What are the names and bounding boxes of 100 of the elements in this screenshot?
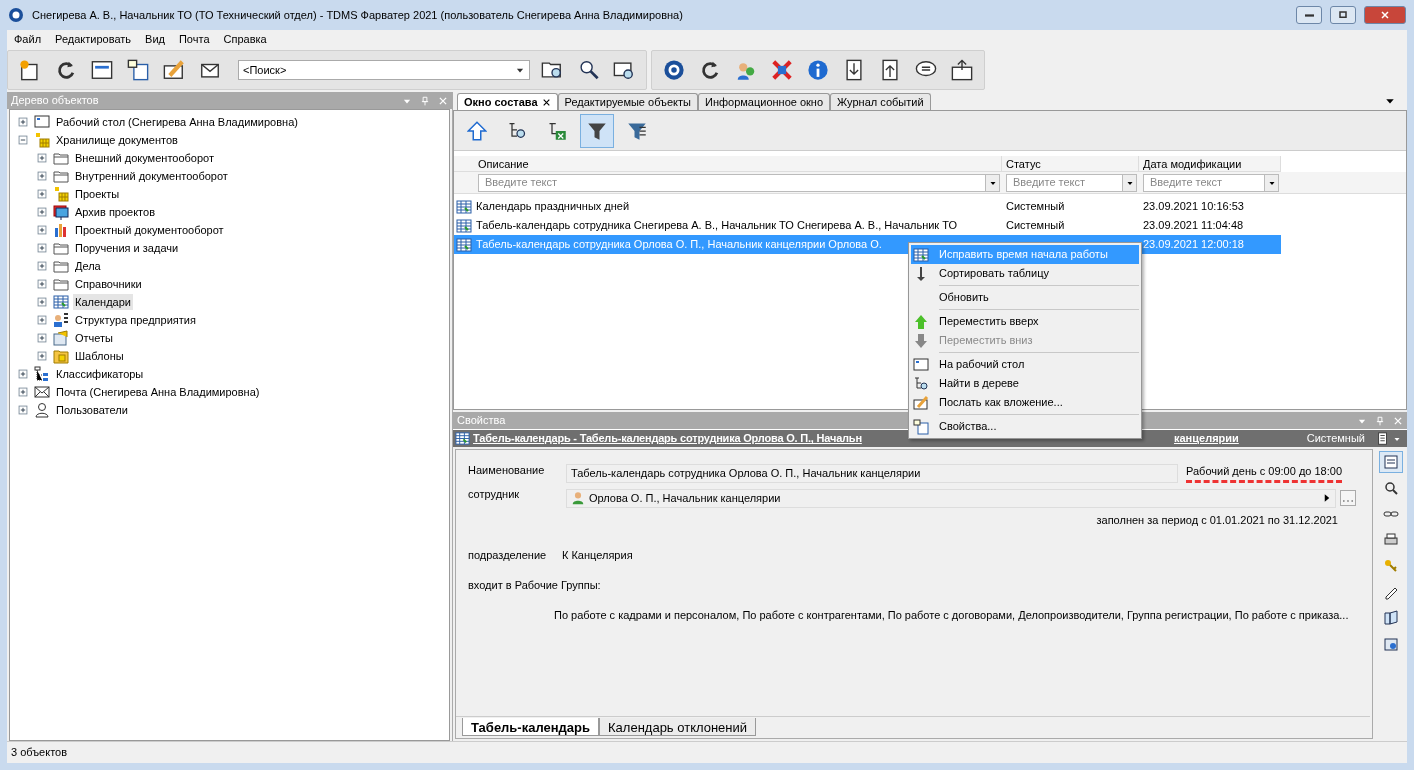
minimize-button[interactable] [1296, 6, 1322, 24]
work-day-text: Рабочий день с 09:00 до 18:00 [1186, 463, 1342, 483]
window-title: Снегирева А. В., Начальник ТО (ТО Технический отдел) - TDMS Фарватер 2021 (пользователь Снегирева Анна Владимировна) [32, 7, 684, 23]
folder-icon [53, 240, 69, 256]
tree-search-icon [507, 120, 527, 141]
tree-item[interactable]: Внутренний документооборот [73, 167, 230, 185]
tree-item[interactable]: Внешний документооборот [73, 149, 216, 167]
object-title[interactable]: канцелярии [1174, 430, 1239, 447]
toolbar-button[interactable] [580, 113, 614, 148]
info-icon [807, 59, 829, 81]
document-down-icon [843, 59, 865, 81]
tree-item[interactable]: Отчеты [73, 329, 116, 347]
maximize-button[interactable] [1330, 6, 1356, 24]
name-field[interactable]: Табель-календарь сотрудника Орлова О. П., Начальник канцелярии [566, 463, 1178, 483]
menu-item[interactable]: Переместить вверх [911, 312, 1139, 331]
menu-item[interactable]: Почта [178, 30, 210, 48]
close-button[interactable] [1364, 6, 1406, 24]
search-icon [1383, 480, 1399, 496]
table-row[interactable]: Табель-календарь сотрудника Снегирева А. В., Начальник ТО Снегирева А. В., Начальник ТО Системный 23.09.2021 11:04:48 [454, 216, 1281, 235]
tree-item[interactable]: Проектный документооборот [73, 221, 226, 239]
calendar-grid-icon [53, 294, 69, 310]
close-icon [1379, 9, 1391, 21]
tree-item[interactable]: Почта (Снегирева Анна Владимировна) [54, 383, 262, 401]
calendar-grid-icon [456, 198, 472, 215]
folder-icon [53, 348, 69, 364]
tab[interactable]: Табель-календарь [462, 718, 599, 736]
folder-icon [53, 276, 69, 292]
tree-item[interactable]: Классификаторы [54, 365, 146, 383]
table-cell-text: 23.09.2021 12:00:18 [1143, 237, 1244, 253]
tree-item[interactable]: Дела [73, 257, 103, 275]
table-row[interactable]: Календарь праздничных дней Системный 23.09.2021 10:16:53 [454, 197, 1281, 216]
table-cell-text: Системный [1006, 199, 1065, 215]
field-label: сотрудник [468, 487, 521, 502]
tree-item[interactable]: Поручения и задачи [73, 239, 181, 257]
user-search-icon [577, 59, 599, 81]
field-label: входит в Рабочие Группы: [468, 578, 602, 593]
pen-envelope-icon [913, 394, 929, 411]
menu-item[interactable]: Свойства... [911, 417, 1139, 436]
filter-field[interactable]: Введите текст [1143, 173, 1279, 192]
menu-item[interactable]: На рабочий стол [911, 355, 1139, 374]
menu-item[interactable]: Файл [14, 30, 42, 48]
down-arrow-icon [913, 332, 929, 349]
menu-item[interactable]: Послать как вложение... [911, 393, 1139, 412]
tree-item[interactable]: Структура предприятия [73, 311, 198, 329]
window-icon [913, 356, 929, 373]
status-label: Системный [1306, 431, 1365, 447]
properties-icon [127, 59, 149, 81]
close-icon [438, 95, 448, 106]
menu-item[interactable]: Вид [145, 30, 165, 48]
menu-item[interactable]: Найти в дереве [911, 374, 1139, 393]
calendar-grid-icon [456, 236, 472, 253]
table-cell-text: Табель-календарь сотрудника Снегирева А. В., Начальник ТО Снегирева А. В., Начальник ТО [476, 218, 958, 234]
close-icon [541, 97, 551, 107]
employee-field[interactable]: Орлова О. П., Начальник канцелярии [566, 488, 1336, 508]
filter-field[interactable]: Введите текст [1006, 173, 1137, 192]
new-document-icon [19, 59, 41, 81]
column-header[interactable]: Описание [454, 156, 1002, 172]
groups-value: По работе с кадрами и персоналом, По работе с контрагентами, По работе с договорами, Делопроизводители, Группа регистрации, По работе с приказа... [554, 607, 1349, 623]
tree-item[interactable]: Проекты [73, 185, 122, 203]
tab[interactable]: Окно состава [457, 93, 558, 110]
folder-icon [53, 258, 69, 274]
tab[interactable]: Календарь отклонений [599, 718, 757, 736]
pin-icon [1375, 415, 1385, 426]
tree-item[interactable]: Архив проектов [73, 203, 157, 221]
table-cell-text: 23.09.2021 10:16:53 [1143, 199, 1244, 215]
menu-item[interactable]: Обновить [911, 288, 1139, 307]
menu-item[interactable]: Редактировать [55, 30, 132, 48]
envelope-icon [34, 384, 50, 400]
tree-item[interactable]: Справочники [73, 275, 144, 293]
column-header[interactable]: Дата модификации [1139, 156, 1281, 172]
tab[interactable]: Редактируемые объекты [557, 93, 698, 110]
tree-item[interactable]: Пользователи [54, 401, 130, 419]
folder-search-icon [541, 59, 563, 81]
pen-envelope-icon [163, 59, 185, 81]
folder-icon [53, 168, 69, 184]
tree-item[interactable]: Календари [73, 293, 133, 311]
dropdown-arrow-icon [1385, 96, 1395, 106]
user-icon [571, 491, 585, 505]
gear-folder-icon [1383, 636, 1399, 652]
report-icon [53, 330, 69, 346]
filter-field[interactable]: Введите текст [478, 173, 1000, 192]
panel-title: Дерево объектов [11, 93, 99, 109]
menu-item[interactable]: Сортировать таблицу [911, 264, 1139, 283]
field-label: подразделение [468, 547, 548, 563]
tree-item[interactable]: Рабочий стол (Снегирева Анна Владимировна) [54, 113, 300, 131]
org-chart-icon [53, 312, 69, 328]
column-header[interactable]: Статус [1002, 156, 1139, 172]
object-title[interactable]: Табель-календарь - Табель-календарь сотрудника Орлова О. П., Начальн [473, 430, 862, 447]
tab[interactable]: Информационное окно [698, 93, 831, 110]
tab[interactable]: Журнал событий [830, 93, 931, 110]
up-arrow-icon [913, 313, 929, 330]
tree-item[interactable]: Шаблоны [73, 347, 126, 365]
properties-icon [913, 418, 929, 435]
table-cell-text: Системный [1006, 218, 1065, 234]
mail-search-icon [613, 59, 635, 81]
menu-item[interactable]: Справка [223, 30, 267, 48]
search-field[interactable]: <Поиск> [238, 60, 530, 80]
panel-title: Свойства [457, 413, 506, 429]
tree-item[interactable]: Хранилище документов [54, 131, 180, 149]
user-icon [34, 402, 50, 418]
